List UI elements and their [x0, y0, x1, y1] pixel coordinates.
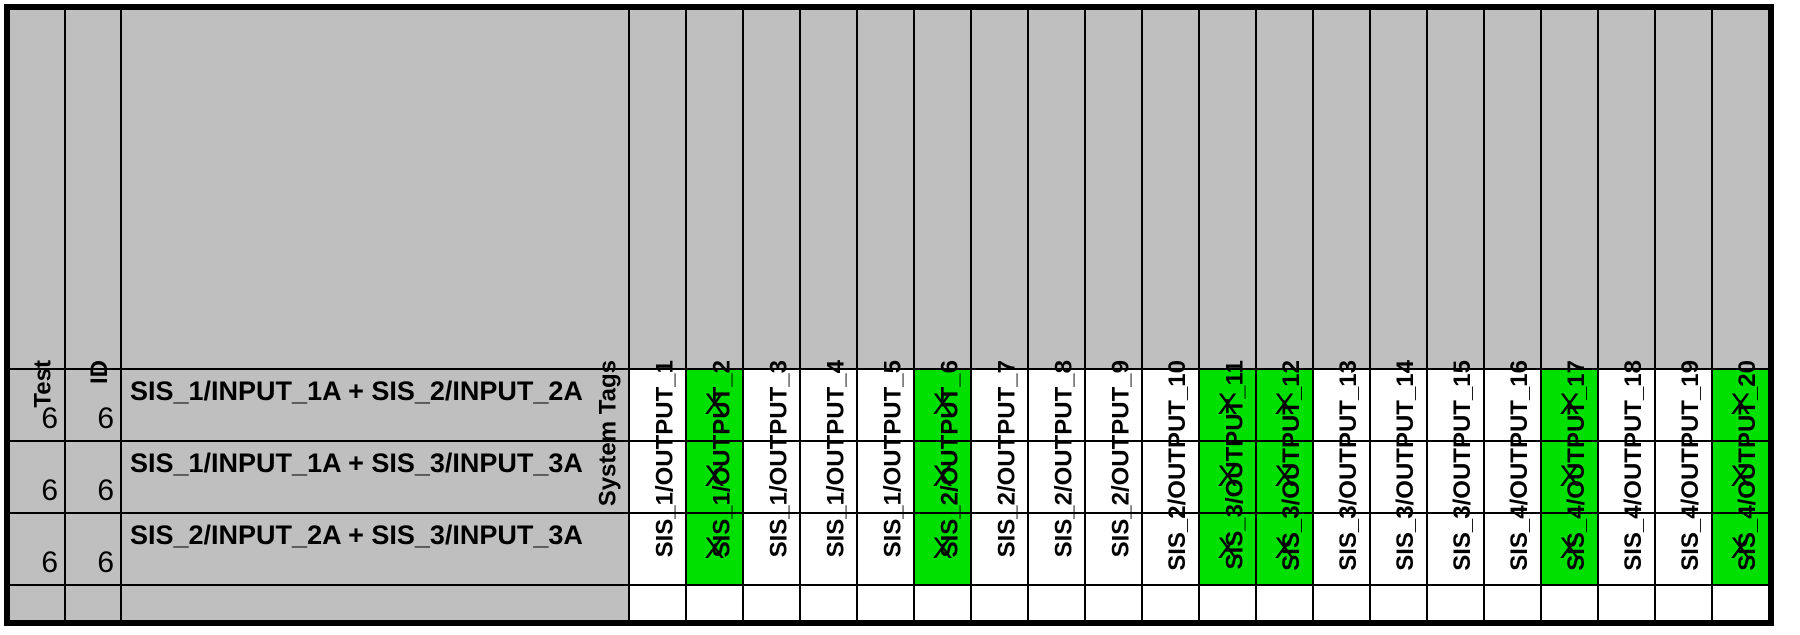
header-output-label: SIS_4/OUTPUT_18 — [1622, 360, 1646, 571]
header-output-9: SIS_2/OUTPUT_9 — [1085, 9, 1142, 369]
header-output-label: SIS_4/OUTPUT_20 — [1736, 360, 1760, 571]
header-output-4: SIS_1/OUTPUT_4 — [800, 9, 857, 369]
header-output-1: SIS_1/OUTPUT_1 — [629, 9, 686, 369]
header-output-label: SIS_1/OUTPUT_3 — [767, 360, 791, 557]
header-output-label: SIS_1/OUTPUT_2 — [710, 360, 734, 557]
header-output-label: SIS_3/OUTPUT_14 — [1394, 360, 1418, 571]
header-output-17: SIS_4/OUTPUT_17 — [1541, 9, 1598, 369]
header-output-10: SIS_2/OUTPUT_10 — [1142, 9, 1199, 369]
header-output-label: SIS_3/OUTPUT_13 — [1337, 360, 1361, 571]
header-output-15: SIS_3/OUTPUT_15 — [1427, 9, 1484, 369]
header-test-label: Test — [32, 360, 56, 408]
header-output-8: SIS_2/OUTPUT_8 — [1028, 9, 1085, 369]
header-output-label: SIS_1/OUTPUT_1 — [653, 360, 677, 557]
cell-id: 6 — [65, 513, 121, 585]
cell-tags: SIS_2/INPUT_2A + SIS_3/INPUT_3A — [121, 513, 629, 585]
cell-tags: SIS_1/INPUT_1A + SIS_3/INPUT_3A — [121, 441, 629, 513]
header-output-5: SIS_1/OUTPUT_5 — [857, 9, 914, 369]
header-output-label: SIS_3/OUTPUT_15 — [1451, 360, 1475, 571]
header-output-14: SIS_3/OUTPUT_14 — [1370, 9, 1427, 369]
header-output-18: SIS_4/OUTPUT_18 — [1598, 9, 1655, 369]
cell-test: 6 — [9, 441, 65, 513]
cell-tags: SIS_1/INPUT_1A + SIS_2/INPUT_2A — [121, 369, 629, 441]
header-output-12: SIS_3/OUTPUT_12 — [1256, 9, 1313, 369]
header-output-11: SIS_3/OUTPUT_11 — [1199, 9, 1256, 369]
header-output-label: SIS_2/OUTPUT_8 — [1052, 360, 1076, 557]
header-output-label: SIS_4/OUTPUT_19 — [1679, 360, 1703, 571]
header-output-label: SIS_4/OUTPUT_16 — [1508, 360, 1532, 571]
cell-id: 6 — [65, 441, 121, 513]
test-matrix-table: Test ID System Tags SIS_1/OUTPUT_1SIS_1/… — [4, 4, 1774, 626]
header-id: ID — [65, 9, 121, 369]
header-output-13: SIS_3/OUTPUT_13 — [1313, 9, 1370, 369]
header-tags-label: System Tags — [596, 360, 620, 506]
header-output-16: SIS_4/OUTPUT_16 — [1484, 9, 1541, 369]
header-output-3: SIS_1/OUTPUT_3 — [743, 9, 800, 369]
header-output-label: SIS_3/OUTPUT_11 — [1223, 360, 1247, 569]
header-output-label: SIS_2/OUTPUT_6 — [938, 360, 962, 557]
header-output-7: SIS_2/OUTPUT_7 — [971, 9, 1028, 369]
header-output-6: SIS_2/OUTPUT_6 — [914, 9, 971, 369]
header-test: Test — [9, 9, 65, 369]
header-output-label: SIS_1/OUTPUT_4 — [824, 360, 848, 557]
header-output-label: SIS_1/OUTPUT_5 — [881, 360, 905, 557]
header-output-label: SIS_4/OUTPUT_17 — [1565, 360, 1589, 571]
header-output-label: SIS_2/OUTPUT_10 — [1166, 360, 1190, 571]
cell-test: 6 — [9, 513, 65, 585]
header-output-2: SIS_1/OUTPUT_2 — [686, 9, 743, 369]
header-output-20: SIS_4/OUTPUT_20 — [1712, 9, 1769, 369]
header-row: Test ID System Tags SIS_1/OUTPUT_1SIS_1/… — [9, 9, 1769, 369]
header-tags: System Tags — [121, 9, 629, 369]
header-output-label: SIS_2/OUTPUT_9 — [1109, 360, 1133, 557]
header-id-label: ID — [88, 360, 112, 384]
header-output-label: SIS_3/OUTPUT_12 — [1280, 360, 1304, 571]
header-output-label: SIS_2/OUTPUT_7 — [995, 360, 1019, 557]
header-output-19: SIS_4/OUTPUT_19 — [1655, 9, 1712, 369]
